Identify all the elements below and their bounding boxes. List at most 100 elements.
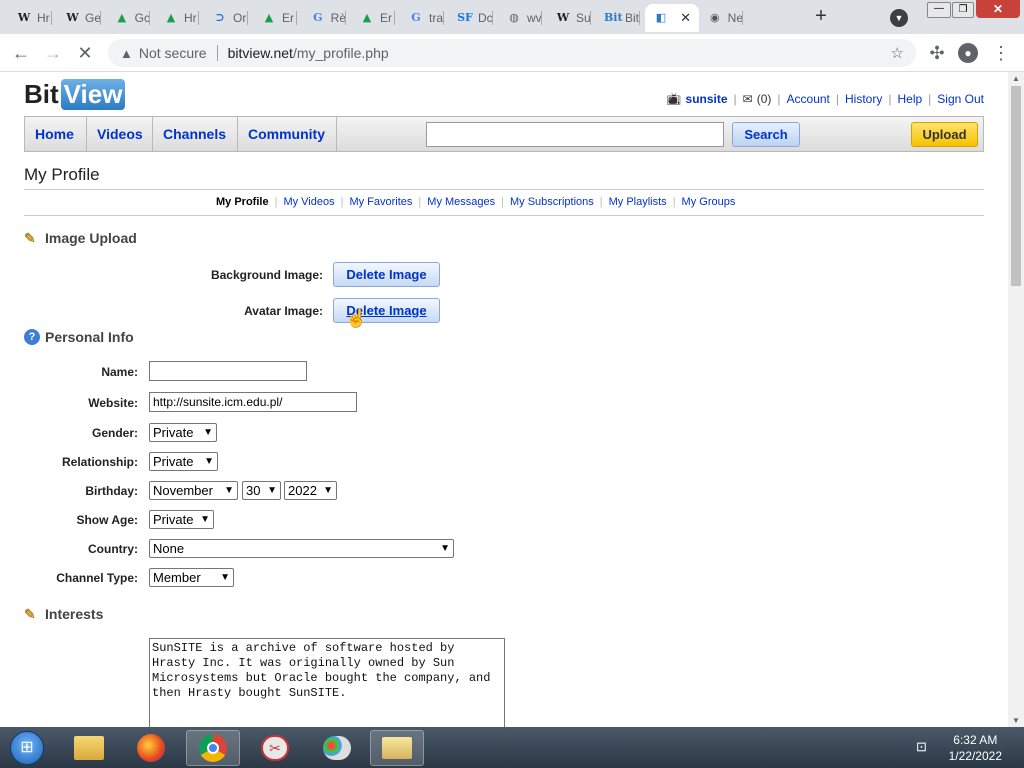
browser-tab[interactable]: ⊃ Or (204, 4, 248, 32)
messages-count[interactable]: (0) (757, 92, 772, 106)
subnav-my-subscriptions[interactable]: My Subscriptions (510, 196, 594, 208)
name-field[interactable] (149, 361, 307, 381)
subnav-my-profile[interactable]: My Profile (216, 196, 269, 208)
chevron-down-icon: ▼ (224, 485, 234, 496)
forward-arrow-icon[interactable]: → (42, 42, 64, 64)
subnav-my-videos[interactable]: My Videos (283, 196, 334, 208)
system-clock[interactable]: 6:32 AM 1/22/2022 (949, 732, 1002, 764)
stop-loading-icon[interactable]: ✕ (74, 42, 96, 64)
account-link[interactable]: Account (787, 92, 830, 106)
browser-tab[interactable]: W Su (547, 4, 591, 32)
nav-videos[interactable]: Videos (87, 117, 153, 151)
delete-background-image-button[interactable]: Delete Image (333, 262, 440, 287)
show-age-value: Private (153, 512, 194, 527)
browser-menu-icon[interactable]: ⋮ (990, 42, 1012, 64)
website-field[interactable]: http://sunsite.icm.edu.pl/ (149, 392, 357, 412)
relationship-select[interactable]: Private ▼ (149, 452, 218, 471)
taskbar-app[interactable] (370, 730, 424, 766)
birthday-day-select[interactable]: 30 ▼ (242, 481, 281, 500)
url-divider (216, 45, 218, 61)
taskbar-firefox[interactable] (124, 730, 178, 766)
browser-tab[interactable]: SF Dc (449, 4, 493, 32)
birthday-month-select[interactable]: November ▼ (149, 481, 238, 500)
url-omnibox[interactable]: ▲ Not secure bitview.net/my_profile.php … (108, 39, 916, 67)
birthday-year-select[interactable]: 2022 ▼ (284, 481, 337, 500)
browser-tab[interactable]: Gtra (400, 4, 444, 32)
mail-icon[interactable]: ✉ (743, 92, 753, 106)
network-icon[interactable]: ⊡ (916, 739, 927, 755)
scroll-up-icon[interactable]: ▲ (1012, 74, 1020, 83)
tab-label: Er (282, 11, 294, 25)
username-link[interactable]: sunsite (686, 92, 728, 106)
search-input[interactable] (426, 122, 724, 147)
close-tab-icon[interactable]: ✕ (680, 10, 691, 26)
tab-search-icon[interactable]: ▼ (890, 9, 908, 27)
windows-taskbar: ⊞ ✂ ⊡ 6:32 AM 1/22/2022 (0, 727, 1024, 768)
tab-separator (492, 11, 493, 25)
bitview-logo[interactable]: Bit View (24, 78, 126, 110)
country-select[interactable]: None ▼ (149, 539, 454, 558)
nav-community[interactable]: Community (238, 117, 337, 151)
scrollbar-thumb[interactable] (1011, 86, 1021, 286)
nav-channels[interactable]: Channels (153, 117, 238, 151)
profile-avatar-icon[interactable]: ● (958, 43, 978, 63)
tab-label: Dc (478, 11, 493, 25)
interests-textarea[interactable]: SunSITE is a archive of software hosted … (149, 638, 505, 727)
browser-tab[interactable]: Bit Bit (596, 4, 640, 32)
search-button[interactable]: Search (732, 122, 800, 147)
browser-tab[interactable]: ◧ ✕ (645, 4, 699, 32)
taskbar-explorer[interactable] (62, 730, 116, 766)
browser-tab[interactable]: ◉ Ne (699, 4, 743, 32)
help-link[interactable]: Help (897, 92, 922, 106)
browser-tab[interactable]: W Hr (8, 4, 52, 32)
extensions-puzzle-icon[interactable]: ✣ (926, 42, 948, 64)
new-tab-button[interactable]: + (808, 6, 834, 28)
channel-type-value: Member (153, 570, 201, 585)
sign-out-link[interactable]: Sign Out (937, 92, 984, 106)
scroll-down-icon[interactable]: ▼ (1012, 716, 1020, 725)
taskbar-paint[interactable] (310, 730, 364, 766)
chevron-down-icon: ▼ (204, 456, 214, 467)
maximize-button[interactable]: ❐ (952, 2, 974, 18)
history-link[interactable]: History (845, 92, 882, 106)
show-age-label: Show Age: (76, 513, 138, 527)
taskbar-chrome[interactable] (186, 730, 240, 766)
tab-label: wv (527, 11, 542, 25)
bitview-icon: Bit (604, 11, 623, 24)
divider (24, 215, 984, 216)
browser-tab[interactable]: G Rè (302, 4, 346, 32)
taskbar-snipping-tool[interactable]: ✂ (248, 730, 302, 766)
browser-tab[interactable]: ▲ Gc (106, 4, 150, 32)
browser-tab-strip: W Hr W Ge ▲ Gc ▲ Hr ⊃ Or ▲ Er G Rè ▲ Er Gtra SF Dc ◍ wv W Su Bi… (0, 0, 1024, 34)
tab-label: Er (380, 11, 392, 25)
tab-label: Or (233, 11, 247, 25)
browser-tab[interactable]: ▲ Er (253, 4, 297, 32)
subnav-my-playlists[interactable]: My Playlists (609, 196, 667, 208)
tab-label: Su (576, 11, 591, 25)
page-viewport: Bit View 📺︎ sunsite | ✉ (0) | Account | H… (0, 72, 1010, 727)
upload-button[interactable]: Upload (911, 122, 978, 147)
channel-type-select[interactable]: Member ▼ (149, 568, 234, 587)
subnav-my-favorites[interactable]: My Favorites (349, 196, 412, 208)
browser-tab[interactable]: W Ge (57, 4, 101, 32)
separator: | (418, 196, 422, 208)
browser-tab[interactable]: ◍ wv (498, 4, 542, 32)
gender-select[interactable]: Private ▼ (149, 423, 217, 442)
tab-label: Gc (134, 11, 150, 25)
subnav-my-messages[interactable]: My Messages (427, 196, 495, 208)
minimize-button[interactable]: — (927, 2, 951, 18)
nav-home[interactable]: Home (25, 117, 87, 151)
close-window-button[interactable]: ✕ (976, 0, 1020, 18)
separator: | (501, 196, 504, 208)
wikipedia-icon: W (66, 11, 79, 24)
google-drive-icon: ▲ (264, 11, 274, 24)
show-age-select[interactable]: Private ▼ (149, 510, 214, 529)
start-button[interactable]: ⊞ (2, 730, 52, 766)
back-arrow-icon[interactable]: ← (10, 42, 32, 64)
browser-tab[interactable]: ▲ Er (351, 4, 395, 32)
browser-tab[interactable]: ▲ Hr (155, 4, 199, 32)
hand-cursor-icon: ☝ (345, 308, 368, 328)
subnav-my-groups[interactable]: My Groups (682, 196, 736, 208)
page-scrollbar[interactable]: ▲ ▼ (1008, 72, 1024, 727)
bookmark-star-icon[interactable]: ☆ (891, 44, 904, 62)
